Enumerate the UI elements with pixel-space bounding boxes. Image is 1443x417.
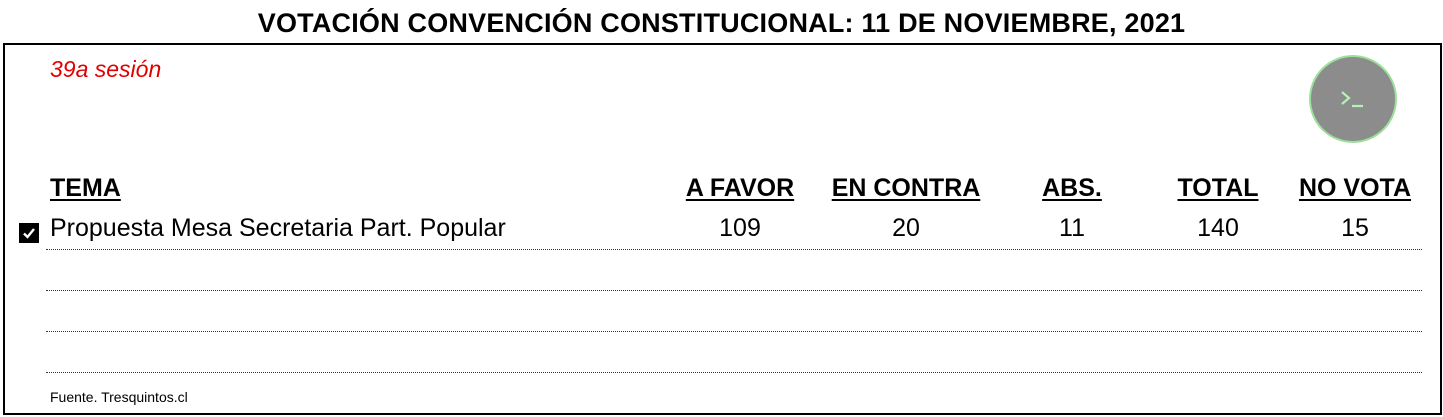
row-abs: 11 (1059, 214, 1085, 242)
row-divider (46, 372, 1422, 373)
row-a-favor: 109 (719, 214, 761, 242)
row-en-contra: 20 (892, 214, 920, 242)
row-checkbox[interactable] (19, 223, 39, 243)
column-header-total: TOTAL (1177, 174, 1259, 202)
column-header-en-contra: EN CONTRA (831, 174, 981, 202)
page-title: VOTACIÓN CONVENCIÓN CONSTITUCIONAL: 11 D… (257, 8, 1186, 38)
check-icon (23, 228, 35, 239)
row-total: 140 (1197, 214, 1239, 242)
terminal-button[interactable] (1309, 55, 1397, 143)
row-no-vota: 15 (1341, 214, 1369, 242)
terminal-icon (1341, 91, 1363, 108)
row-tema: Propuesta Mesa Secretaria Part. Popular (50, 214, 506, 242)
session-label: 39a sesión (50, 56, 162, 82)
row-divider (46, 290, 1422, 291)
column-header-a-favor: A FAVOR (685, 174, 795, 202)
column-header-abs: ABS. (1042, 174, 1102, 202)
column-header-no-vota: NO VOTA (1298, 174, 1412, 202)
row-divider (46, 331, 1422, 332)
column-header-tema: TEMA (50, 174, 121, 202)
row-divider (46, 249, 1422, 250)
source-note: Fuente. Tresquintos.cl (50, 389, 188, 405)
